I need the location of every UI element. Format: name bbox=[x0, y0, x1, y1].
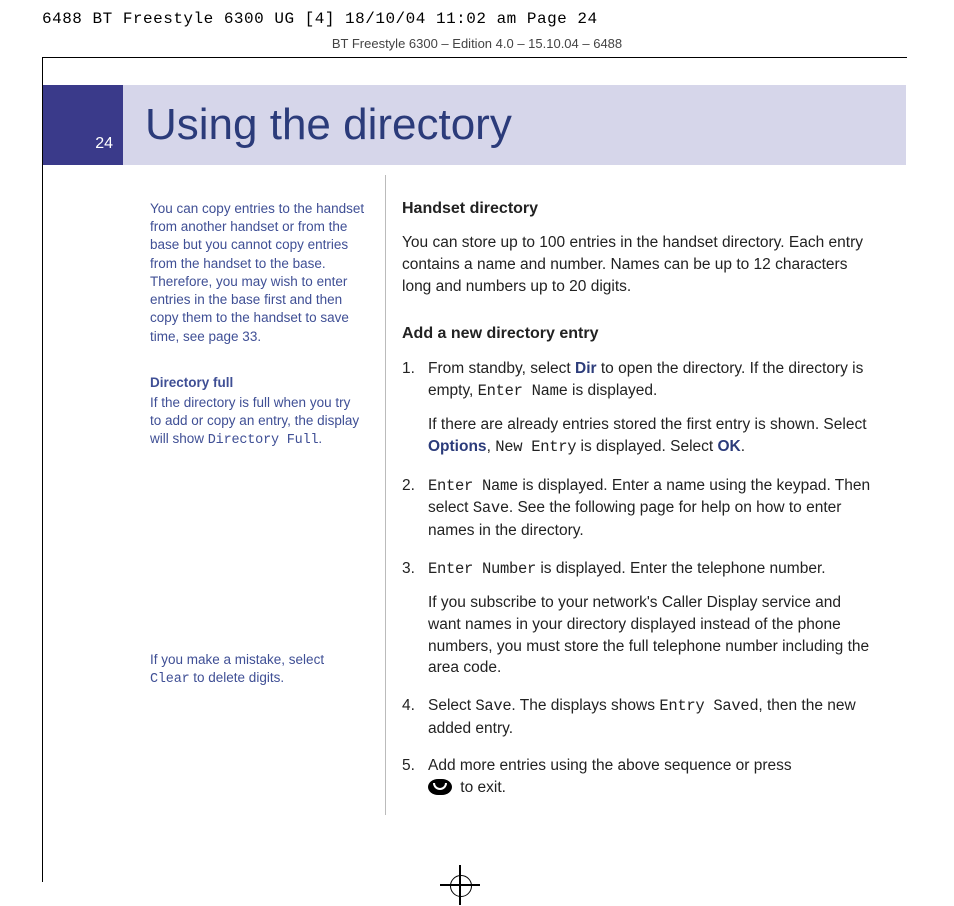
step-1-text-a: From standby, select bbox=[428, 360, 575, 377]
step-1: From standby, select Dir to open the dir… bbox=[402, 358, 872, 459]
sidebar-mistake-pre: If you make a mistake, select bbox=[150, 652, 324, 667]
step-5-text-a: Add more entries using the above sequenc… bbox=[428, 757, 792, 774]
column-divider bbox=[385, 175, 386, 815]
lcd-clear: Clear bbox=[150, 672, 190, 687]
step-1-sub-a: If there are already entries stored the … bbox=[428, 416, 867, 433]
step-1-text-c: is displayed. bbox=[568, 382, 658, 399]
step-3-subpara: If you subscribe to your network's Calle… bbox=[428, 592, 872, 679]
sidebar-directory-full: Directory full If the directory is full … bbox=[150, 374, 365, 451]
step-3-text-a: is displayed. Enter the telephone number… bbox=[536, 560, 826, 577]
title-band: 24 Using the directory bbox=[43, 85, 906, 165]
step-5-text-b: to exit. bbox=[456, 779, 506, 796]
lcd-enter-number: Enter Number bbox=[428, 560, 536, 578]
heading-handset-directory: Handset directory bbox=[402, 198, 872, 220]
paragraph-handset-directory: You can store up to 100 entries in the h… bbox=[402, 232, 872, 297]
sidebar-mistake-note: If you make a mistake, select Clear to d… bbox=[150, 651, 365, 689]
step-4: Select Save. The displays shows Entry Sa… bbox=[402, 695, 872, 739]
page-number-box: 24 bbox=[43, 85, 123, 165]
lcd-directory-full: Directory Full bbox=[208, 433, 319, 448]
sidebar-mistake-post: to delete digits. bbox=[190, 670, 285, 685]
step-5: Add more entries using the above sequenc… bbox=[402, 755, 872, 798]
sidebar-copy-note: You can copy entries to the handset from… bbox=[150, 200, 365, 346]
prepress-job-line: 6488 BT Freestyle 6300 UG [4] 18/10/04 1… bbox=[42, 10, 598, 28]
softkey-options: Options bbox=[428, 438, 487, 455]
lcd-new-entry: New Entry bbox=[495, 438, 576, 456]
steps-list: From standby, select Dir to open the dir… bbox=[402, 358, 872, 799]
softkey-dir: Dir bbox=[575, 360, 597, 377]
step-3: Enter Number is displayed. Enter the tel… bbox=[402, 558, 872, 679]
sidebar-directory-full-body-post: . bbox=[318, 431, 322, 446]
sidebar: You can copy entries to the handset from… bbox=[150, 200, 365, 717]
lcd-save-2: Save bbox=[475, 697, 511, 715]
page-title: Using the directory bbox=[123, 100, 512, 150]
page-number: 24 bbox=[95, 135, 113, 153]
heading-add-entry: Add a new directory entry bbox=[402, 323, 872, 345]
step-1-sub-c: is displayed. Select bbox=[576, 438, 717, 455]
step-1-subpara: If there are already entries stored the … bbox=[428, 414, 872, 458]
step-2: Enter Name is displayed. Enter a name us… bbox=[402, 475, 872, 542]
lcd-save-1: Save bbox=[473, 499, 509, 517]
softkey-ok: OK bbox=[718, 438, 741, 455]
lcd-enter-name-1: Enter Name bbox=[478, 382, 568, 400]
sidebar-directory-full-heading: Directory full bbox=[150, 374, 365, 392]
main-column: Handset directory You can store up to 10… bbox=[402, 198, 872, 815]
lcd-enter-name-2: Enter Name bbox=[428, 477, 518, 495]
step-4-text-a: Select bbox=[428, 697, 475, 714]
step-1-sub-b: , bbox=[487, 438, 496, 455]
lcd-entry-saved: Entry Saved bbox=[659, 697, 758, 715]
exit-key-icon bbox=[428, 779, 452, 795]
step-1-sub-d: . bbox=[741, 438, 745, 455]
edition-line: BT Freestyle 6300 – Edition 4.0 – 15.10.… bbox=[0, 36, 954, 51]
registration-mark-icon bbox=[440, 865, 480, 905]
step-4-text-b: . The displays shows bbox=[511, 697, 659, 714]
